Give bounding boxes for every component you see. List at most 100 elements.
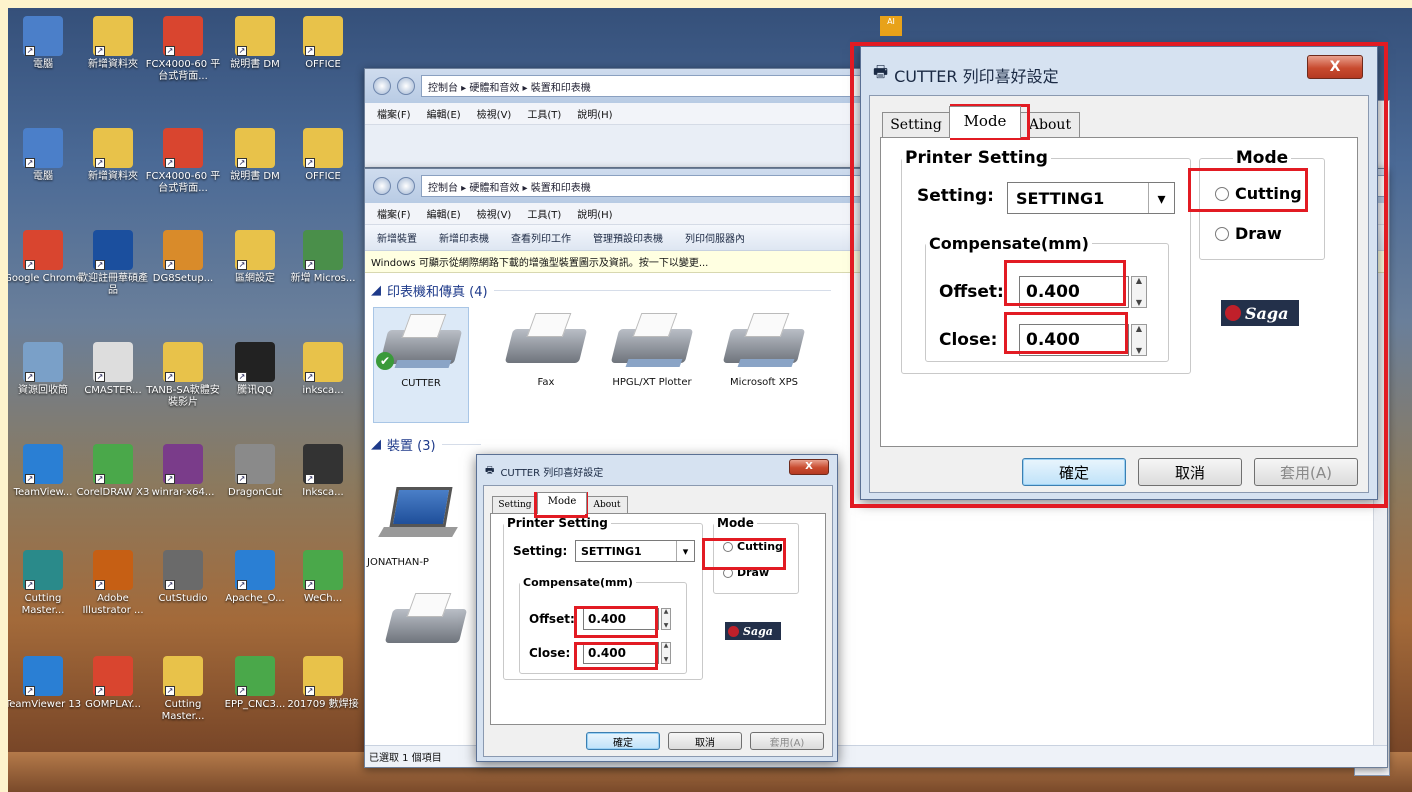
device-computer[interactable]: JONATHAN-P: [367, 483, 477, 568]
spin-up-icon[interactable]: ▲: [664, 643, 669, 649]
tab-setting[interactable]: Setting: [492, 496, 538, 514]
desktop-icon[interactable]: ↗ winrar-x64...: [144, 444, 222, 499]
close-button[interactable]: X: [789, 459, 829, 475]
spin-down-icon[interactable]: ▼: [664, 623, 669, 629]
desktop-icon[interactable]: ↗ FCX4000-60 平台式背面...: [144, 16, 222, 83]
desktop-icon[interactable]: ↗ 新增資料夾: [74, 128, 152, 183]
ai-file-icon[interactable]: AI: [880, 16, 902, 36]
spin-up-icon[interactable]: ▲: [664, 609, 669, 615]
radio-draw[interactable]: Draw: [1215, 224, 1282, 243]
menu-item-view[interactable]: 檢視(V): [477, 106, 512, 121]
desktop-icon[interactable]: ↗ 新增 Micros...: [284, 230, 362, 285]
close-spinner[interactable]: ▲ ▼: [1131, 324, 1147, 356]
desktop-icon[interactable]: ↗ 歡迎註冊華碩產品: [74, 230, 152, 297]
group-devices[interactable]: ◢ 裝置 (3): [371, 435, 481, 454]
desktop-icon[interactable]: ↗ Google Chrome: [8, 230, 82, 285]
menu-item-tools[interactable]: 工具(T): [527, 206, 561, 221]
desktop-icon[interactable]: ↗ Cutting Master...: [8, 550, 82, 617]
offset-input[interactable]: 0.400: [583, 608, 659, 630]
radio-cutting[interactable]: Cutting: [723, 540, 783, 553]
desktop-icon[interactable]: ↗ 說明書 DM: [216, 16, 294, 71]
desktop-icon[interactable]: ↗ CorelDRAW X3: [74, 444, 152, 499]
cmd-see-print-jobs[interactable]: 查看列印工作: [511, 230, 571, 245]
forward-button[interactable]: [397, 177, 415, 195]
desktop-icon[interactable]: ↗ Cutting Master...: [144, 656, 222, 723]
tab-about[interactable]: About: [586, 496, 628, 514]
close-input[interactable]: 0.400: [583, 642, 659, 664]
spin-down-icon[interactable]: ▼: [1136, 347, 1142, 355]
desktop-icon[interactable]: ↗ OFFICE: [284, 16, 362, 71]
preferences-dialog-large[interactable]: 🖶 CUTTER 列印喜好設定 X Setting Mode About Pri…: [860, 46, 1378, 500]
desktop-icon[interactable]: ↗ DG8Setup...: [144, 230, 222, 285]
menu-item-help[interactable]: 說明(H): [577, 106, 612, 121]
desktop-icon[interactable]: ↗ FCX4000-60 平台式背面...: [144, 128, 222, 195]
desktop-icon[interactable]: ↗ Apache_O...: [216, 550, 294, 605]
back-button[interactable]: [373, 77, 391, 95]
tab-about[interactable]: About: [1020, 112, 1080, 138]
spin-up-icon[interactable]: ▲: [1136, 325, 1142, 333]
desktop-icon[interactable]: ↗ 騰讯QQ: [216, 342, 294, 397]
apply-button[interactable]: 套用(A): [1254, 458, 1358, 486]
explorer-window-back[interactable]: 控制台 ▸ 硬體和音效 ▸ 裝置和印表機 檔案(F) 編輯(E) 檢視(V) 工…: [364, 68, 914, 168]
offset-spinner[interactable]: ▲ ▼: [1131, 276, 1147, 308]
apply-button[interactable]: 套用(A): [750, 732, 824, 750]
desktop-icon[interactable]: ↗ TeamViewer 13: [8, 656, 82, 711]
spin-down-icon[interactable]: ▼: [664, 657, 669, 663]
close-input[interactable]: 0.400: [1019, 324, 1129, 356]
printer-fax[interactable]: Fax: [491, 311, 601, 388]
desktop-icon[interactable]: ↗ 資源回收筒: [8, 342, 82, 397]
forward-button[interactable]: [397, 77, 415, 95]
group-printers[interactable]: ◢ 印表機和傳真 (4): [371, 281, 831, 300]
desktop-icon[interactable]: ↗ 201709 數焊接: [284, 656, 362, 711]
desktop-icon[interactable]: ↗ 新增資料夾: [74, 16, 152, 71]
ok-button[interactable]: 確定: [1022, 458, 1126, 486]
tab-mode[interactable]: Mode: [537, 492, 587, 514]
setting-dropdown[interactable]: SETTING1 ▾: [575, 540, 695, 562]
desktop-icon[interactable]: ↗ CMASTER...: [74, 342, 152, 397]
printer-cutter[interactable]: ✔ CUTTER: [373, 307, 469, 423]
desktop-icon[interactable]: ↗ inksca...: [284, 342, 362, 397]
desktop-icon[interactable]: ↗ CutStudio: [144, 550, 222, 605]
desktop-icon[interactable]: ↗ Adobe Illustrator ...: [74, 550, 152, 617]
menu-item-tools[interactable]: 工具(T): [527, 106, 561, 121]
printer-hpgl[interactable]: HPGL/XT Plotter: [597, 311, 707, 388]
spin-down-icon[interactable]: ▼: [1136, 299, 1142, 307]
close-button[interactable]: X: [1307, 55, 1363, 79]
close-spinner[interactable]: ▲ ▼: [661, 642, 671, 664]
menu-item-edit[interactable]: 編輯(E): [427, 106, 461, 121]
menu-item-help[interactable]: 說明(H): [577, 206, 612, 221]
spin-up-icon[interactable]: ▲: [1136, 277, 1142, 285]
desktop-icon[interactable]: ↗ DragonCut: [216, 444, 294, 499]
cmd-print-server[interactable]: 列印伺服器內: [685, 230, 745, 245]
desktop-icon[interactable]: ↗ WeCh...: [284, 550, 362, 605]
cancel-button[interactable]: 取消: [668, 732, 742, 750]
breadcrumb[interactable]: 控制台 ▸ 硬體和音效 ▸ 裝置和印表機: [421, 75, 913, 97]
tab-setting[interactable]: Setting: [882, 112, 950, 138]
back-button[interactable]: [373, 177, 391, 195]
menu-item-file[interactable]: 檔案(F): [377, 106, 411, 121]
menu-item-edit[interactable]: 編輯(E): [427, 206, 461, 221]
menu-item-file[interactable]: 檔案(F): [377, 206, 411, 221]
ok-button[interactable]: 確定: [586, 732, 660, 750]
setting-dropdown[interactable]: SETTING1 ▾: [1007, 182, 1175, 214]
preferences-dialog-small[interactable]: 🖶 CUTTER 列印喜好設定 X Setting Mode About Pri…: [476, 454, 838, 762]
selected-printer-preview[interactable]: [371, 591, 481, 657]
radio-draw[interactable]: Draw: [723, 566, 769, 579]
cmd-add-device[interactable]: 新增裝置: [377, 230, 417, 245]
offset-input[interactable]: 0.400: [1019, 276, 1129, 308]
cancel-button[interactable]: 取消: [1138, 458, 1242, 486]
tab-mode[interactable]: Mode: [949, 106, 1021, 138]
desktop-icon[interactable]: ↗ Inksca...: [284, 444, 362, 499]
printer-xps[interactable]: Microsoft XPS: [709, 311, 819, 388]
desktop-icon[interactable]: ↗ 電腦: [8, 128, 82, 183]
radio-cutting[interactable]: Cutting: [1215, 184, 1302, 203]
desktop-icon[interactable]: ↗ 區網設定: [216, 230, 294, 285]
cmd-add-printer[interactable]: 新增印表機: [439, 230, 489, 245]
desktop-icon[interactable]: ↗ TANB-SA軟體安裝影片: [144, 342, 222, 409]
cmd-manage-default-printers[interactable]: 管理預設印表機: [593, 230, 663, 245]
desktop-icon[interactable]: ↗ 說明書 DM: [216, 128, 294, 183]
desktop-icon[interactable]: ↗ TeamView...: [8, 444, 82, 499]
offset-spinner[interactable]: ▲ ▼: [661, 608, 671, 630]
desktop-icon[interactable]: ↗ EPP_CNC3...: [216, 656, 294, 711]
menu-item-view[interactable]: 檢視(V): [477, 206, 512, 221]
